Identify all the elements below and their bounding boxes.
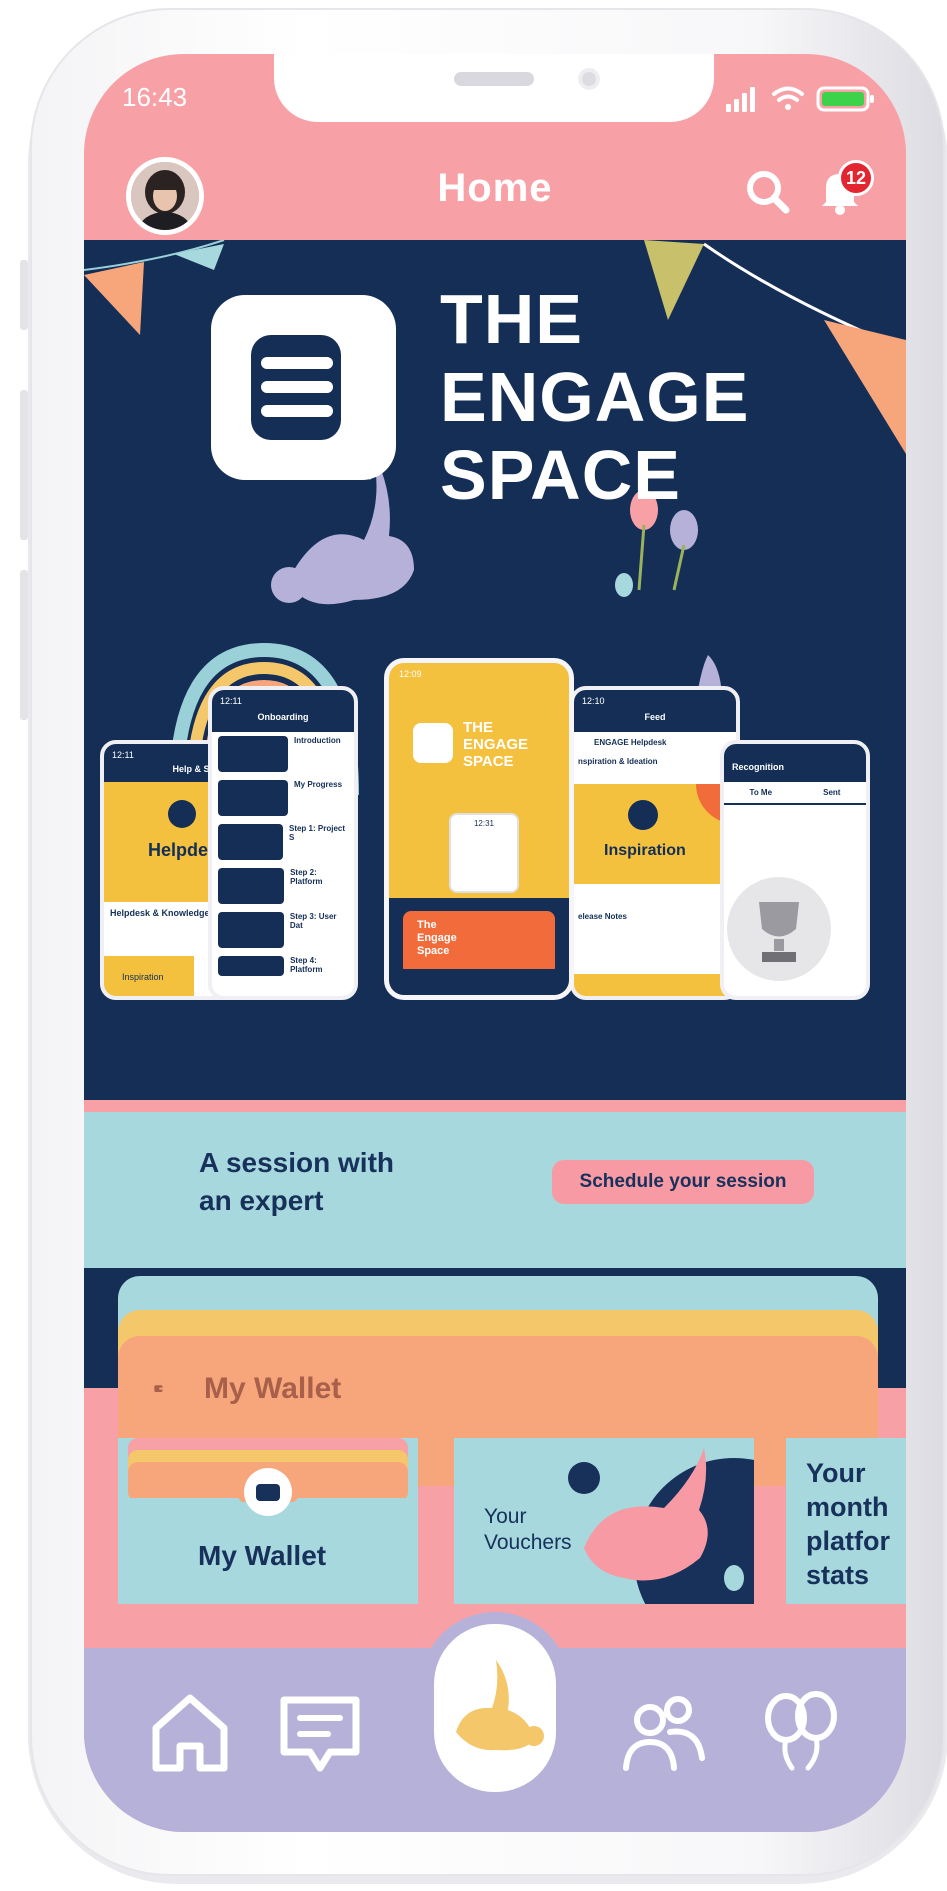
mock-item: Introduction: [294, 736, 341, 745]
mock-card-line: Engage: [417, 932, 457, 944]
home-icon[interactable]: [142, 1684, 238, 1780]
mock-card-line: The: [417, 919, 437, 931]
side-button: [20, 390, 28, 540]
mock-tab: Sent: [823, 788, 841, 797]
brand-line: THE: [440, 280, 583, 358]
wallet-tile-label: My Wallet: [198, 1540, 327, 1571]
mock-screen-feed: 12:10 Feed ENGAGE Helpdesk nspiration & …: [570, 686, 740, 1000]
mock-hero-label: Inspiration: [604, 842, 686, 859]
brand-line: ENGAGE: [440, 358, 750, 436]
people-icon[interactable]: [614, 1684, 710, 1780]
mock-time: 12:10: [582, 696, 605, 706]
mock-title: Feed: [644, 712, 666, 722]
chat-icon[interactable]: [272, 1684, 368, 1780]
status-bar: 16:43: [84, 54, 906, 144]
notification-badge: 12: [838, 160, 874, 196]
logo-mark-icon: [251, 335, 371, 480]
app-screen: 16:43 Home 12 THE ENGAGE SPACE 12:11 Hel…: [84, 54, 906, 1832]
mock-item: My Progress: [294, 780, 343, 789]
signal-icon: [726, 87, 755, 112]
stats-tile[interactable]: Your month platfor stats: [786, 1438, 906, 1604]
mock-brand: SPACE: [463, 753, 514, 770]
session-line: an expert: [199, 1185, 324, 1216]
wallet-cards-illustration: [118, 1438, 418, 1604]
vouchers-tile[interactable]: Your Vouchers: [454, 1438, 754, 1604]
session-divider: [84, 1100, 906, 1112]
search-icon[interactable]: [740, 164, 796, 220]
mock-tab: To Me: [749, 788, 773, 797]
mock-item: Step 1: Project S: [288, 824, 345, 842]
brand-logo: [211, 295, 396, 480]
mock-card-line: Space: [417, 945, 450, 957]
wifi-icon: [772, 86, 804, 110]
nav-center-button[interactable]: [434, 1624, 556, 1792]
mock-time: 12:11: [220, 696, 242, 706]
mock-time: 12:09: [399, 669, 422, 679]
balloons-icon[interactable]: [752, 1684, 848, 1780]
notch: [274, 54, 714, 122]
stats-label: Your month platfor stats: [806, 1456, 906, 1592]
bunny-icon: [456, 1660, 544, 1751]
mock-author: ENGAGE Helpdesk: [594, 738, 667, 747]
status-icons: [726, 86, 874, 112]
side-button: [20, 570, 28, 720]
mock-item: Step 3: User Dat: [289, 912, 337, 930]
mock-time: 12:31: [449, 813, 519, 893]
mock-title: Recognition: [724, 744, 866, 782]
mock-footer: Inspiration: [104, 956, 194, 996]
stats-line: Your: [806, 1458, 866, 1488]
stats-line: month: [806, 1492, 889, 1522]
mock-note: elease Notes: [578, 912, 627, 921]
mock-item: Step 4: Platform: [290, 956, 323, 974]
mock-brand: ENGAGE: [463, 736, 529, 753]
mock-title: Onboarding: [257, 712, 309, 722]
speaker: [454, 72, 534, 86]
battery-icon: [816, 86, 874, 112]
mock-heading: nspiration & Ideation: [578, 757, 658, 766]
mock-item: Step 2: Platform: [290, 868, 323, 886]
vouchers-label: Your Vouchers: [484, 1504, 572, 1556]
schedule-session-button[interactable]: Schedule your session: [552, 1160, 814, 1204]
session-line: A session with: [199, 1147, 395, 1178]
front-camera: [578, 68, 600, 90]
vouchers-line: Vouchers: [484, 1531, 572, 1554]
wallet-tile[interactable]: My Wallet: [118, 1438, 418, 1604]
status-time: 16:43: [122, 82, 188, 112]
mock-screen-onboarding: 12:11 Onboarding Introduction My Progres…: [208, 686, 358, 1000]
brand-title: THE ENGAGE SPACE: [440, 280, 749, 514]
stats-line: platfor: [806, 1526, 890, 1556]
brand-line: SPACE: [440, 436, 681, 514]
mock-screen-recognition: Recognition To Me Sent: [720, 740, 870, 1000]
mock-brand: THE: [463, 719, 493, 736]
side-button: [20, 260, 28, 330]
stats-line: stats: [806, 1560, 870, 1590]
trophy-icon: [727, 877, 831, 981]
hero-banner: THE ENGAGE SPACE 12:11 Help & Support He…: [84, 240, 906, 1100]
wallet-heading: My Wallet: [204, 1372, 342, 1405]
session-text: A session with an expert: [199, 1144, 469, 1220]
mock-screen-home: 12:09 THE ENGAGE SPACE 12:31 The Engage …: [384, 658, 574, 1000]
vouchers-line: Your: [484, 1505, 527, 1528]
